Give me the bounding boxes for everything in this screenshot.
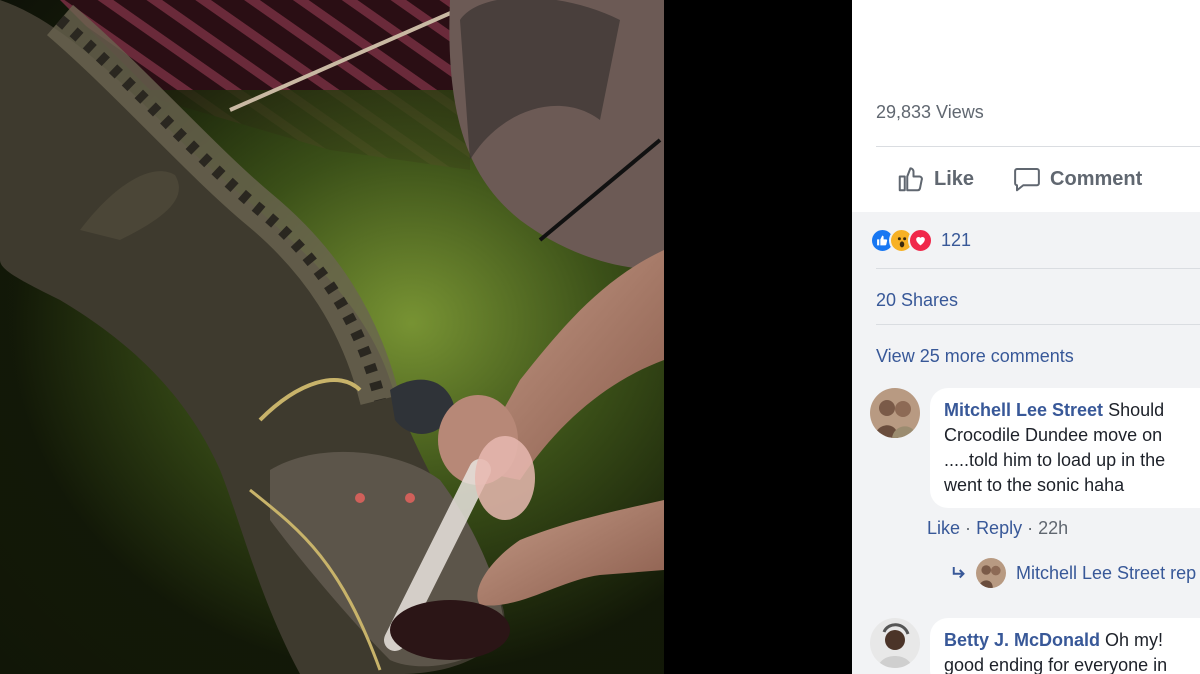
share-count[interactable]: 20 Shares: [876, 290, 958, 311]
separator: ·: [965, 518, 972, 538]
comment-text-line: went to the sonic haha: [944, 475, 1125, 495]
comment-text-line: good ending for everyone in: [944, 655, 1168, 674]
comment-author[interactable]: Mitchell Lee Street: [944, 400, 1103, 420]
like-button[interactable]: Like: [896, 164, 974, 194]
comment-reply-link[interactable]: Reply: [976, 518, 1022, 538]
speech-bubble-icon: [1014, 168, 1040, 192]
avatar[interactable]: [870, 388, 920, 438]
love-reaction-icon: [908, 228, 933, 253]
video-frame[interactable]: [0, 0, 664, 674]
reply-preview[interactable]: Mitchell Lee Street rep: [950, 558, 1196, 588]
reply-preview-text[interactable]: Mitchell Lee Street rep: [1016, 563, 1196, 584]
comment-like-link[interactable]: Like: [927, 518, 960, 538]
thumbs-up-icon: [898, 167, 923, 192]
separator: ·: [1027, 518, 1034, 538]
comments-section: 121 20 Shares View 25 more comments Mitc…: [852, 212, 1200, 674]
comment-text: Oh my!: [1105, 630, 1164, 650]
comment-meta: Like · Reply · 22h: [927, 518, 1068, 539]
reaction-count[interactable]: 121: [941, 230, 971, 251]
divider: [876, 324, 1200, 325]
comment-bubble: Mitchell Lee Street Should Crocodile Dun…: [930, 388, 1200, 508]
divider: [876, 146, 1200, 147]
comment-timestamp[interactable]: 22h: [1038, 518, 1068, 538]
view-count: 29,833 Views: [876, 102, 984, 122]
post-sidebar: 29,833 Views Like Comment 121 20 Shares …: [852, 0, 1200, 674]
reply-arrow-icon: [952, 567, 965, 579]
reaction-summary[interactable]: 121: [870, 228, 971, 253]
divider: [876, 268, 1200, 269]
comment-button[interactable]: Comment: [1012, 164, 1142, 194]
comment-text: Should: [1108, 400, 1165, 420]
comment-text-line: .....told him to load up in the: [944, 450, 1166, 470]
comment-author[interactable]: Betty J. McDonald: [944, 630, 1100, 650]
video-image: [0, 0, 664, 674]
avatar[interactable]: [870, 618, 920, 668]
like-label: Like: [934, 167, 975, 190]
comment-label: Comment: [1050, 167, 1143, 190]
post-actions: Like Comment: [876, 148, 1200, 210]
comment-bubble: Betty J. McDonald Oh my! good ending for…: [930, 618, 1200, 674]
video-letterbox: [664, 0, 852, 674]
comment-text-line: Crocodile Dundee move on: [944, 425, 1163, 445]
avatar: [976, 558, 1006, 588]
view-more-comments-link[interactable]: View 25 more comments: [876, 346, 1074, 367]
